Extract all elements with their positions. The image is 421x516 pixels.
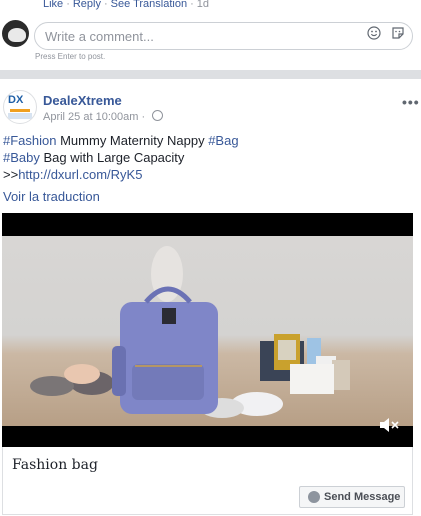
post-time[interactable]: April 25 at 10:00am [43, 111, 138, 123]
press-enter-hint: Press Enter to post. [35, 52, 106, 61]
messenger-icon [308, 491, 320, 503]
user-avatar[interactable] [2, 20, 29, 47]
hashtag-fashion[interactable]: #Fashion [3, 133, 56, 148]
video-scene-image [30, 246, 350, 418]
emoji-icon[interactable] [367, 26, 381, 40]
link-prefix: >> [3, 167, 19, 182]
post-text: #Fashion Mummy Maternity Nappy #Bag #Bab… [3, 132, 403, 183]
comment-time[interactable]: 1d [197, 0, 209, 10]
comment-placeholder: Write a comment... [45, 29, 154, 44]
send-message-label: Send Message [324, 491, 401, 503]
reply-link[interactable]: Reply [73, 0, 101, 10]
page-name[interactable]: DealeXtreme [43, 93, 122, 108]
send-message-button[interactable]: Send Message [299, 486, 405, 508]
page-avatar[interactable]: DX [3, 90, 37, 124]
logo-bar [10, 109, 30, 112]
mute-icon[interactable] [378, 417, 400, 433]
like-link[interactable]: Like [43, 0, 63, 10]
sticker-icon[interactable] [391, 26, 405, 40]
see-translation-link[interactable]: See Translation [111, 0, 187, 10]
comment-composer: Write a comment... [0, 18, 421, 54]
comment-input[interactable]: Write a comment... [34, 22, 413, 50]
post-meta: April 25 at 10:00am · [43, 110, 164, 123]
video-player[interactable] [2, 213, 413, 447]
post-link[interactable]: http://dxurl.com/RyK5 [18, 167, 142, 182]
hashtag-bag[interactable]: #Bag [208, 133, 238, 148]
more-options-button[interactable]: ••• [402, 94, 420, 110]
page-logo: DX [8, 94, 24, 106]
separator: · [190, 0, 194, 10]
video-frame [2, 236, 413, 426]
logo-subtext [8, 113, 32, 119]
separator: · [66, 0, 70, 10]
post-text-part: Mummy Maternity Nappy [56, 133, 209, 148]
globe-icon [152, 110, 164, 121]
separator: · [103, 0, 108, 10]
card-title[interactable]: Fashion bag [12, 457, 98, 473]
feed-divider [0, 70, 421, 79]
separator: · [141, 111, 146, 123]
hashtag-baby[interactable]: #Baby [3, 150, 40, 165]
comment-actions: Like · Reply · See Translation · 1d [43, 0, 209, 10]
post-text-part: Bag with Large Capacity [39, 150, 185, 165]
see-translation-link[interactable]: Voir la traduction [3, 189, 100, 204]
